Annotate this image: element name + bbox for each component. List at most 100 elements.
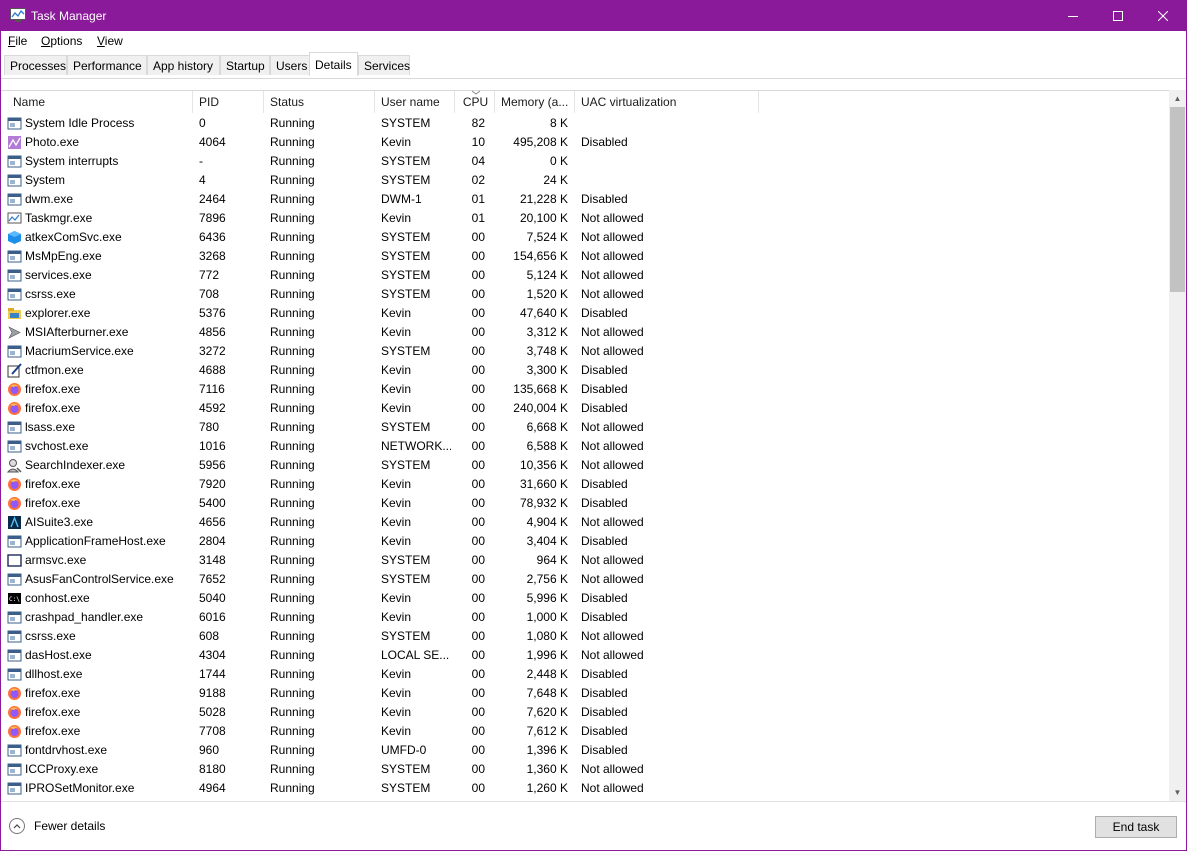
cell-cpu: 00 [471, 781, 485, 795]
column-header-uac-virtualization[interactable]: UAC virtualization [575, 91, 759, 113]
table-row[interactable]: dwm.exe 2464 Running DWM-1 01 21,228 K Disable… [1, 190, 1169, 209]
minimize-button[interactable] [1050, 1, 1096, 31]
firefox-icon [8, 478, 21, 491]
tab-startup[interactable]: Startup [220, 55, 270, 75]
column-header-memory[interactable]: Memory (a... [495, 91, 575, 113]
cell-name: firefox.exe [25, 496, 81, 510]
table-row[interactable]: dasHost.exe 4304 Running LOCAL SE... 00 1,996… [1, 646, 1169, 665]
menu-file[interactable]: File [8, 34, 27, 48]
cell-pid: 3148 [199, 553, 226, 567]
column-header-status[interactable]: Status [264, 91, 375, 113]
menu-view[interactable]: View [97, 34, 123, 48]
cell-name: firefox.exe [25, 705, 81, 719]
details-table: Name PID Status User name CPU Memory (a.… [1, 90, 1169, 802]
tab-app-history[interactable]: App history [147, 55, 220, 75]
table-row[interactable]: AISuite3.exe 4656 Running Kevin 00 4,904 K Not… [1, 513, 1169, 532]
table-row[interactable]: crashpad_handler.exe 6016 Running Kevin 00 1,… [1, 608, 1169, 627]
table-row[interactable]: System Idle Process 0 Running SYSTEM 82 8 K [1, 114, 1169, 133]
table-row[interactable]: firefox.exe 4592 Running Kevin 00 240,004 K Di… [1, 399, 1169, 418]
table-row[interactable]: firefox.exe 9188 Running Kevin 00 7,648 K Disa… [1, 684, 1169, 703]
scroll-thumb[interactable] [1170, 107, 1185, 292]
cell-pid: 7116 [199, 382, 225, 396]
table-row[interactable]: firefox.exe 7708 Running Kevin 00 7,612 K Disa… [1, 722, 1169, 741]
table-row[interactable]: armsvc.exe 3148 Running SYSTEM 00 964 K Not al… [1, 551, 1169, 570]
table-row[interactable]: Taskmgr.exe 7896 Running Kevin 01 20,100 K Not… [1, 209, 1169, 228]
cell-status: Running [270, 249, 315, 263]
table-row[interactable]: csrss.exe 608 Running SYSTEM 00 1,080 K Not al… [1, 627, 1169, 646]
tab-users[interactable]: Users [270, 55, 310, 75]
table-row[interactable]: IPROSetMonitor.exe 4964 Running SYSTEM 00 1,2… [1, 779, 1169, 798]
scroll-up-arrow-icon[interactable]: ▲ [1169, 90, 1186, 107]
table-row[interactable]: dllhost.exe 1744 Running Kevin 00 2,448 K Disa… [1, 665, 1169, 684]
cell-mem: 3,404 K [526, 534, 568, 548]
table-row[interactable]: ApplicationFrameHost.exe 2804 Running Kevin… [1, 532, 1169, 551]
cell-pid: 3268 [199, 249, 226, 263]
table-row[interactable]: explorer.exe 5376 Running Kevin 00 47,640 K Di… [1, 304, 1169, 323]
tab-services[interactable]: Services [358, 55, 410, 75]
table-header: Name PID Status User name CPU Memory (a.… [1, 90, 1169, 113]
frame-icon [7, 554, 22, 567]
table-row[interactable]: ctfmon.exe 4688 Running Kevin 00 3,300 K Disab… [1, 361, 1169, 380]
table-row[interactable]: firefox.exe 5028 Running Kevin 00 7,620 K Disa… [1, 703, 1169, 722]
title-bar[interactable]: Task Manager [1, 1, 1186, 31]
cell-status: Running [270, 325, 315, 339]
table-row[interactable]: svchost.exe 1016 Running NETWORK... 00 6,588 … [1, 437, 1169, 456]
tab-details[interactable]: Details [309, 52, 358, 76]
cell-mem: 3,300 K [526, 363, 568, 377]
table-row[interactable]: MSIAfterburner.exe 4856 Running Kevin 00 3,31… [1, 323, 1169, 342]
table-row[interactable]: C:\ conhost.exe 5040 Running Kevin 00 5,996 K D… [1, 589, 1169, 608]
scroll-down-arrow-icon[interactable]: ▼ [1169, 784, 1186, 801]
table-row[interactable]: ICCProxy.exe 8180 Running SYSTEM 00 1,360 K No… [1, 760, 1169, 779]
menu-options[interactable]: Options [41, 34, 82, 48]
cell-mem: 964 K [536, 553, 568, 567]
close-button[interactable] [1140, 1, 1186, 31]
cell-cpu: 00 [471, 420, 485, 434]
cell-uac: Not allowed [581, 230, 644, 244]
cell-cpu: 01 [471, 192, 485, 206]
table-row[interactable]: AsusFanControlService.exe 7652 Running SYST… [1, 570, 1169, 589]
cell-uac: Disabled [581, 610, 628, 624]
table-row[interactable]: MacriumService.exe 3272 Running SYSTEM 00 3,7… [1, 342, 1169, 361]
cell-mem: 495,208 K [513, 135, 568, 149]
table-row[interactable]: csrss.exe 708 Running SYSTEM 00 1,520 K Not al… [1, 285, 1169, 304]
cell-status: Running [270, 496, 315, 510]
window-icon [7, 763, 22, 776]
tab-performance[interactable]: Performance [67, 55, 147, 75]
cell-name: ICCProxy.exe [25, 762, 99, 776]
column-header-user-name[interactable]: User name [375, 91, 455, 113]
end-task-button[interactable]: End task [1095, 816, 1177, 838]
table-row[interactable]: System interrupts - Running SYSTEM 04 0 K [1, 152, 1169, 171]
table-row[interactable]: services.exe 772 Running SYSTEM 00 5,124 K Not… [1, 266, 1169, 285]
cell-uac: Disabled [581, 401, 628, 415]
fewer-details-toggle[interactable]: Fewer details [9, 816, 105, 836]
table-row[interactable]: Photo.exe 4064 Running Kevin 10 495,208 K Disa… [1, 133, 1169, 152]
cell-mem: 21,228 K [519, 192, 568, 206]
table-row[interactable]: lsass.exe 780 Running SYSTEM 00 6,668 K Not al… [1, 418, 1169, 437]
vertical-scrollbar[interactable]: ▲ ▼ [1169, 90, 1186, 801]
cell-mem: 31,660 K [519, 477, 568, 491]
column-header-pid[interactable]: PID [193, 91, 264, 113]
table-row[interactable]: System 4 Running SYSTEM 02 24 K [1, 171, 1169, 190]
tab-processes[interactable]: Processes [4, 55, 67, 75]
cell-pid: 9188 [199, 686, 226, 700]
table-row[interactable]: MsMpEng.exe 3268 Running SYSTEM 00 154,656 K N… [1, 247, 1169, 266]
cell-pid: 708 [199, 287, 220, 301]
cell-status: Running [270, 382, 315, 396]
cell-name: dllhost.exe [25, 667, 83, 681]
cell-cpu: 00 [471, 572, 485, 586]
cell-cpu: 00 [471, 667, 485, 681]
table-row[interactable]: SearchIndexer.exe 5956 Running SYSTEM 00 10,3… [1, 456, 1169, 475]
cell-name: armsvc.exe [25, 553, 87, 567]
maximize-button[interactable] [1095, 1, 1141, 31]
minimize-icon [1068, 16, 1078, 17]
column-header-cpu[interactable]: CPU [455, 90, 495, 113]
cell-status: Running [270, 135, 315, 149]
column-header-name[interactable]: Name [7, 91, 193, 113]
cell-uac: Not allowed [581, 515, 644, 529]
cell-mem: 1,080 K [526, 629, 568, 643]
table-row[interactable]: atkexComSvc.exe 6436 Running SYSTEM 00 7,524 … [1, 228, 1169, 247]
table-row[interactable]: firefox.exe 5400 Running Kevin 00 78,932 K Dis… [1, 494, 1169, 513]
table-row[interactable]: firefox.exe 7116 Running Kevin 00 135,668 K Di… [1, 380, 1169, 399]
table-row[interactable]: firefox.exe 7920 Running Kevin 00 31,660 K Dis… [1, 475, 1169, 494]
table-row[interactable]: fontdrvhost.exe 960 Running UMFD-0 00 1,396 K… [1, 741, 1169, 760]
